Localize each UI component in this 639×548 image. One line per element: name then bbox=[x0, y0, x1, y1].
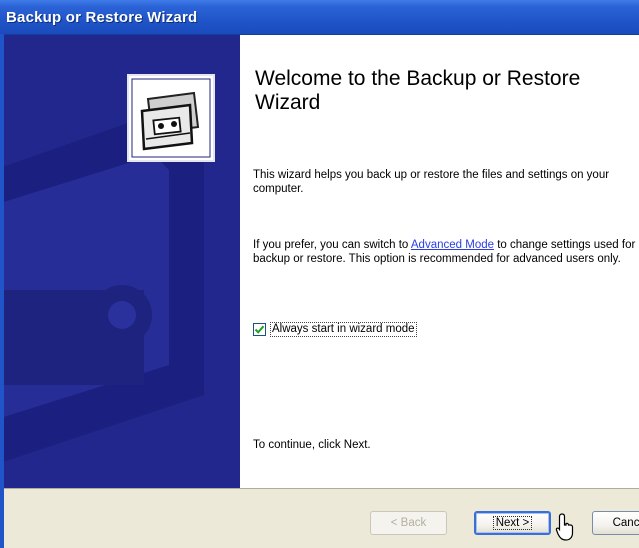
window-title: Backup or Restore Wizard bbox=[6, 9, 198, 26]
checkmark-icon bbox=[254, 325, 265, 334]
wizard-mode-checkbox[interactable] bbox=[253, 322, 266, 336]
title-bar[interactable]: Backup or Restore Wizard bbox=[0, 0, 639, 35]
wizard-mode-label[interactable]: Always start in wizard mode bbox=[270, 321, 417, 337]
advanced-text-prefix: If you prefer, you can switch to bbox=[253, 239, 411, 251]
cancel-button[interactable]: Cancel bbox=[592, 511, 639, 535]
advanced-mode-text: If you prefer, you can switch to Advance… bbox=[253, 238, 639, 266]
pointer-cursor-icon bbox=[555, 513, 574, 541]
wizard-mode-option[interactable]: Always start in wizard mode bbox=[253, 321, 417, 337]
sidebar-watermark bbox=[4, 74, 215, 462]
backup-tape-icon bbox=[127, 74, 215, 162]
next-button[interactable]: Next > bbox=[474, 511, 551, 535]
back-button[interactable]: < Back bbox=[370, 511, 447, 535]
button-bar: < Back Next > Cancel bbox=[4, 488, 639, 548]
continue-instruction: To continue, click Next. bbox=[253, 439, 371, 451]
page-title: Welcome to the Backup or Restore Wizard bbox=[255, 67, 581, 114]
intro-text: This wizard helps you back up or restore… bbox=[253, 169, 610, 195]
wizard-window: Backup or Restore Wizard Welcome to the … bbox=[0, 0, 639, 548]
next-button-label: Next > bbox=[492, 516, 533, 530]
wizard-sidebar bbox=[4, 35, 240, 488]
advanced-mode-link[interactable]: Advanced Mode bbox=[411, 239, 494, 251]
wizard-content: Welcome to the Backup or Restore Wizard … bbox=[240, 35, 639, 488]
